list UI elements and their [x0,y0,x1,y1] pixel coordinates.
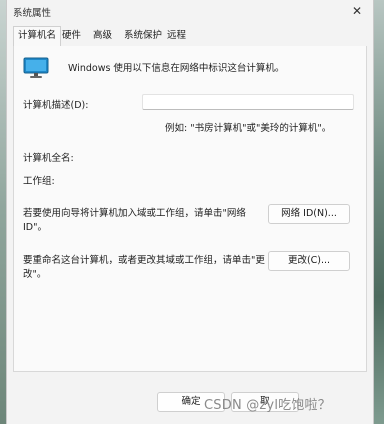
description-input[interactable] [142,94,354,110]
full-name-label: 计算机全名: [23,153,74,164]
tab-hardware[interactable]: 硬件 [58,27,85,45]
network-id-text-line1: 若要使用向导将计算机加入域或工作组，请单击"网络 [23,208,246,219]
tab-advanced[interactable]: 高级 [89,27,116,45]
csdn-watermark: CSDN @zyl吃饱啦？ [204,398,331,413]
rename-text-line2: 改"。 [23,269,47,280]
tab-strip: 计算机名 硬件 高级 系统保护 远程 [7,26,373,47]
description-example: 例如: "书房计算机"或"美玲的计算机"。 [165,123,332,134]
intro-text: Windows 使用以下信息在网络中标识这台计算机。 [68,63,285,74]
system-properties-window: 系统属性 ✕ 计算机名 硬件 高级 系统保护 远程 Windows 使用以下信息… [6,0,374,424]
description-label: 计算机描述(D): [23,100,89,111]
network-id-button[interactable]: 网络 ID(N)... [268,204,350,224]
tab-computer-name[interactable]: 计算机名 [13,26,62,47]
change-button[interactable]: 更改(C)... [268,251,350,271]
tab-remote[interactable]: 远程 [163,27,190,45]
window-title: 系统属性 [13,8,52,19]
title-bar[interactable]: 系统属性 ✕ [7,0,373,24]
workgroup-label: 工作组: [23,176,55,187]
tab-system-protection[interactable]: 系统保护 [120,27,166,45]
rename-text-line1: 要重命名这台计算机，或者更改其域或工作组，请单击"更 [23,255,265,266]
monitor-icon [23,57,49,78]
network-id-text-line2: ID"。 [23,222,47,233]
close-icon[interactable]: ✕ [349,3,365,19]
